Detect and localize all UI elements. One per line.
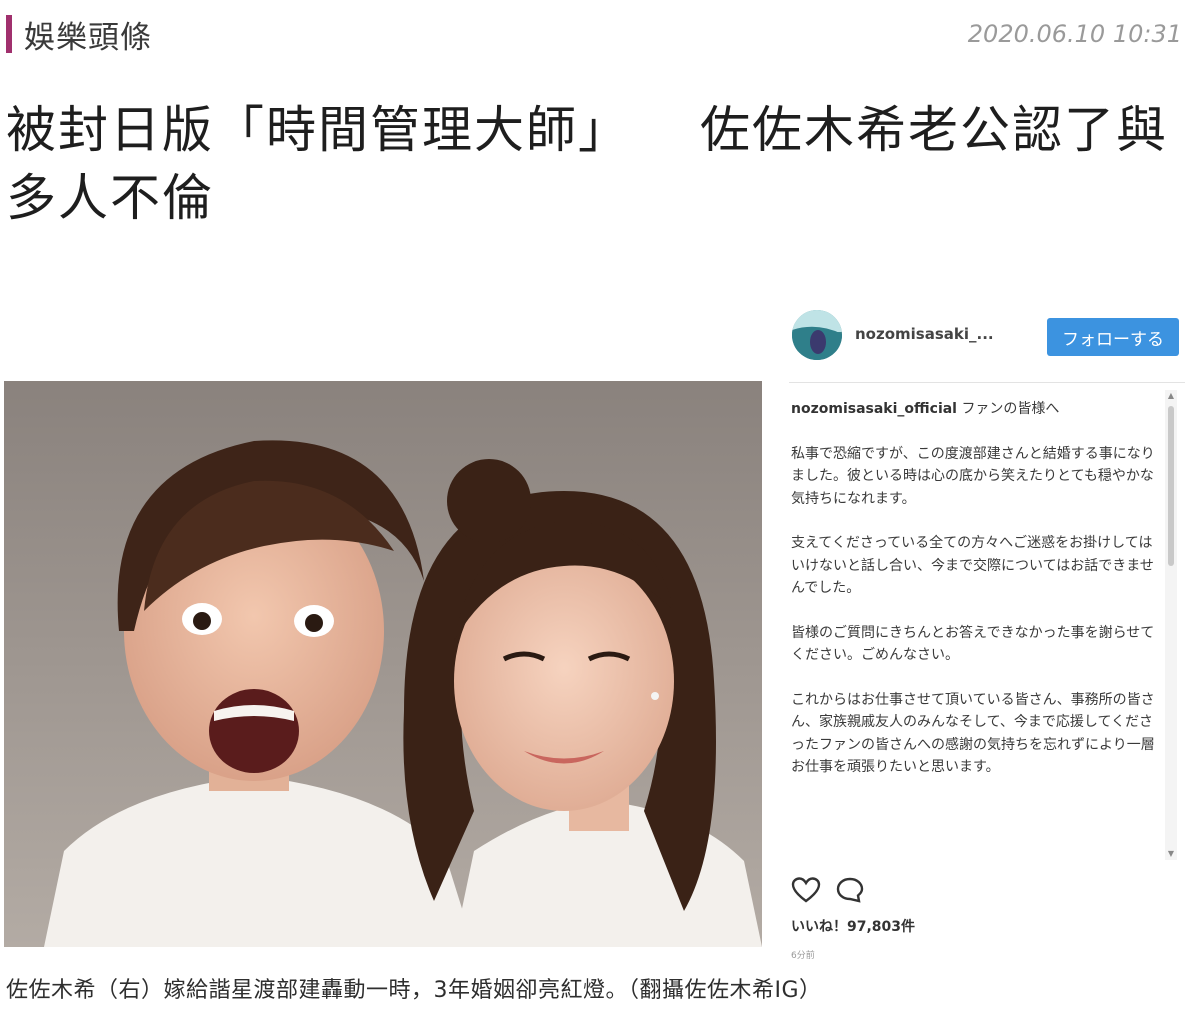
- avatar[interactable]: [792, 310, 842, 360]
- heart-icon[interactable]: [791, 876, 821, 906]
- caption-paragraph: 皆様のご質問にきちんとお答えできなかった事を謝らせてください。ごめんなさい。: [791, 624, 1155, 664]
- category-accent-bar: [6, 15, 12, 53]
- caption-paragraph: 私事で恐縮ですが、この度渡部建さんと結婚する事になりました。彼といる時は心の底か…: [791, 445, 1155, 507]
- caption-username[interactable]: nozomisasaki_official: [791, 401, 957, 417]
- article-headline: 被封日版「時間管理大師」 佐佐木希老公認了與多人不倫: [6, 96, 1196, 232]
- post-time: 6分前: [791, 951, 815, 961]
- caption-paragraph: 支えてくださっている全ての方々へご迷惑をお掛けしてはいけないと話し合い、今まで交…: [791, 535, 1154, 596]
- caption-first-line: ファンの皆様へ: [961, 401, 1060, 417]
- caption-paragraph: これからはお仕事させて頂いている皆さん、事務所の皆さん、家族親戚友人のみんなそし…: [791, 691, 1155, 776]
- instagram-username[interactable]: nozomisasaki_...: [855, 325, 994, 343]
- instagram-actions: [791, 876, 865, 906]
- headline-part-1: 被封日版「時間管理大師」: [6, 101, 630, 159]
- scroll-up-arrow-icon[interactable]: ▲: [1167, 392, 1175, 400]
- category-tag[interactable]: 娛樂頭條: [6, 12, 152, 56]
- instagram-caption: nozomisasaki_official ファンの皆様へ 私事で恐縮ですが、こ…: [791, 398, 1161, 858]
- divider: [789, 382, 1185, 383]
- article-page: 娛樂頭條 2020.06.10 10:31 被封日版「時間管理大師」 佐佐木希老公…: [0, 0, 1200, 1012]
- category-label: 娛樂頭條: [24, 19, 152, 56]
- follow-button[interactable]: フォローする: [1047, 318, 1179, 356]
- instagram-header: nozomisasaki_... フォローする: [789, 310, 1189, 362]
- scroll-down-arrow-icon[interactable]: ▼: [1167, 850, 1175, 858]
- instagram-embed: nozomisasaki_... フォローする nozomisasaki_off…: [765, 300, 1195, 965]
- couple-photo: [4, 381, 762, 947]
- caption-heading: nozomisasaki_official ファンの皆様へ: [791, 398, 1161, 421]
- publish-timestamp: 2020.06.10 10:31: [967, 20, 1182, 48]
- comment-icon[interactable]: [835, 876, 865, 906]
- likes-count[interactable]: いいね！97,803件: [791, 916, 915, 936]
- scrollbar-thumb[interactable]: [1168, 406, 1174, 566]
- caption-scrollbar[interactable]: ▲ ▼: [1165, 390, 1177, 860]
- photo-caption: 佐佐木希（右）嫁給諧星渡部建轟動一時，3年婚姻卻亮紅燈。（翻攝佐佐木希IG）: [6, 978, 822, 1003]
